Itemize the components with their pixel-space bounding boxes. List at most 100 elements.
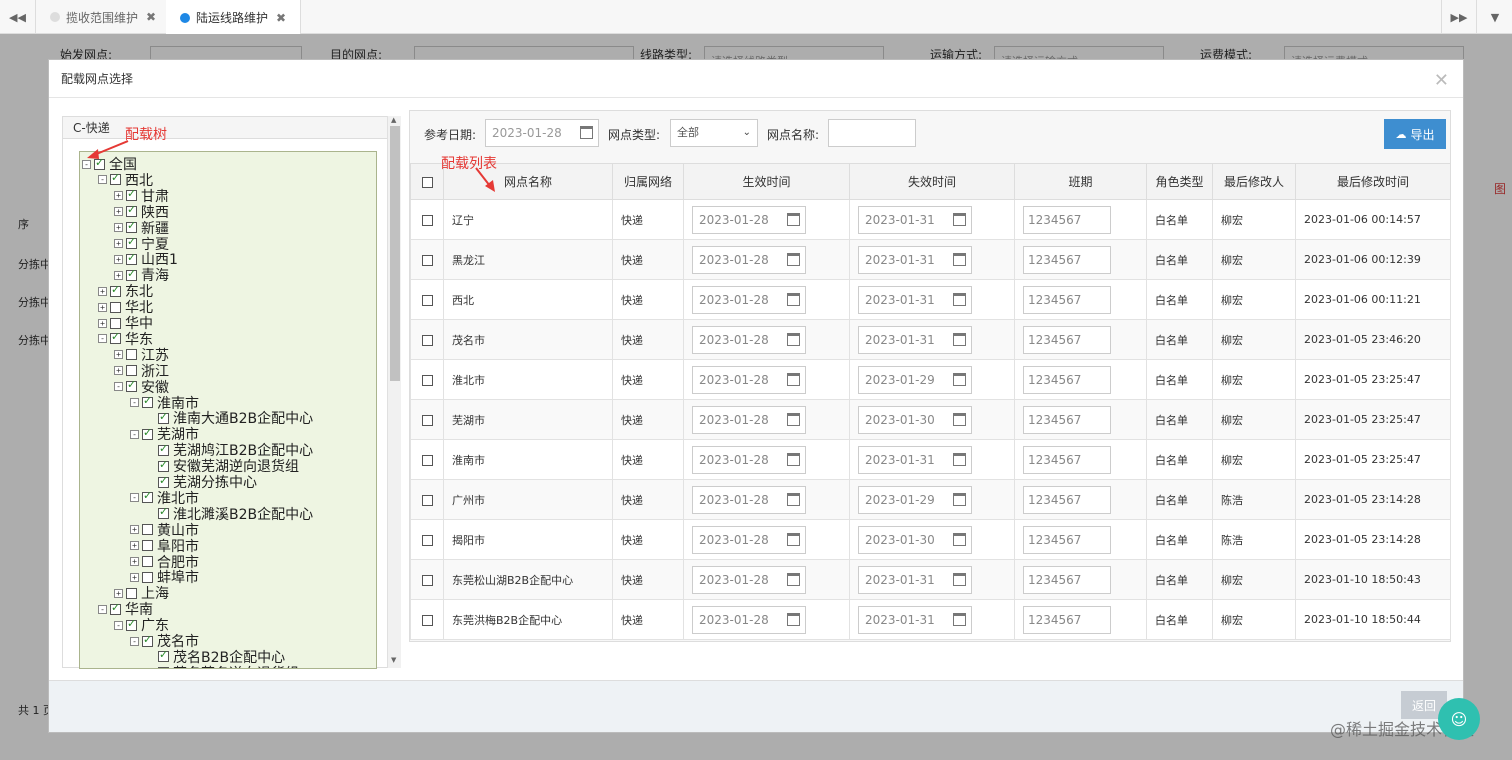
table-row[interactable]: 揭阳市 快递 2023-01-28 2023-01-30 1234567 白名单 陈浩 202… [410, 519, 1451, 560]
calendar-icon[interactable] [787, 332, 800, 346]
expand-icon[interactable]: + [114, 270, 123, 280]
end-date-input[interactable]: 2023-01-31 [858, 325, 972, 354]
tab-menu-icon[interactable]: ▼ [1477, 0, 1512, 34]
schedule-input[interactable]: 1234567 [1023, 405, 1111, 434]
close-icon[interactable]: ✕ [1434, 70, 1449, 91]
expand-icon[interactable]: + [98, 318, 107, 328]
collapse-icon[interactable]: - [98, 175, 107, 185]
tree-checkbox[interactable] [158, 442, 169, 456]
collapse-icon[interactable]: - [114, 620, 123, 630]
table-row[interactable]: 淮南市 快递 2023-01-28 2023-01-31 1234567 白名单 柳宏 202… [410, 439, 1451, 480]
schedule-input[interactable]: 1234567 [1023, 285, 1111, 314]
schedule-input[interactable]: 1234567 [1023, 365, 1111, 394]
calendar-icon[interactable] [953, 372, 966, 386]
select-all-cell[interactable] [410, 163, 444, 200]
schedule-input[interactable]: 1234567 [1023, 445, 1111, 474]
tree-checkbox[interactable] [110, 601, 121, 615]
schedule-input[interactable]: 1234567 [1023, 605, 1111, 634]
close-icon[interactable]: ✖ [276, 11, 286, 25]
tree-checkbox[interactable] [110, 283, 121, 297]
row-checkbox[interactable] [421, 454, 433, 466]
tab-land-route[interactable]: 陆运线路维护 ✖ [166, 0, 302, 35]
row-select-cell[interactable] [410, 199, 444, 240]
calendar-icon[interactable] [953, 612, 966, 626]
scroll-up-icon[interactable]: ▲ [391, 116, 396, 124]
collapse-icon[interactable]: - [130, 636, 139, 646]
table-row[interactable]: 茂名市 快递 2023-01-28 2023-01-31 1234567 白名单 柳宏 202… [410, 319, 1451, 360]
start-date-input[interactable]: 2023-01-28 [692, 325, 806, 354]
table-row[interactable]: 淮北市 快递 2023-01-28 2023-01-29 1234567 白名单 柳宏 202… [410, 359, 1451, 400]
collapse-icon[interactable]: - [130, 493, 139, 503]
tree-node[interactable]: 茂名茂名逆向退货组 [146, 665, 299, 668]
row-select-cell[interactable] [410, 439, 444, 480]
end-date-input[interactable]: 2023-01-29 [858, 365, 972, 394]
tree-scrollbar[interactable]: ▲ ▼ [387, 116, 401, 668]
row-select-cell[interactable] [410, 399, 444, 440]
expand-icon[interactable]: + [114, 254, 123, 264]
tab-scroll-right-icon[interactable]: ▶▶ [1441, 0, 1477, 34]
start-date-input[interactable]: 2023-01-28 [692, 565, 806, 594]
end-date-input[interactable]: 2023-01-31 [858, 285, 972, 314]
start-date-input[interactable]: 2023-01-28 [692, 245, 806, 274]
end-date-input[interactable]: 2023-01-30 [858, 405, 972, 434]
expand-icon[interactable]: + [98, 286, 107, 296]
tree-checkbox[interactable] [158, 648, 169, 663]
outlet-name-input[interactable] [828, 119, 916, 147]
tree-checkbox[interactable] [142, 556, 153, 567]
calendar-icon[interactable] [953, 212, 966, 226]
end-date-input[interactable]: 2023-01-30 [858, 525, 972, 554]
table-row[interactable]: 东莞松山湖B2B企配中心 快递 2023-01-28 2023-01-31 123456… [410, 559, 1451, 600]
collapse-icon[interactable]: - [98, 334, 107, 344]
tree-checkbox[interactable] [126, 187, 137, 202]
calendar-icon[interactable] [953, 332, 966, 346]
tree-checkbox[interactable] [110, 171, 121, 186]
row-checkbox[interactable] [421, 334, 433, 346]
tree-checkbox[interactable] [126, 349, 137, 361]
schedule-input[interactable]: 1234567 [1023, 245, 1111, 274]
calendar-icon[interactable] [953, 532, 966, 546]
schedule-input[interactable]: 1234567 [1023, 325, 1111, 354]
tree-checkbox[interactable] [126, 219, 137, 234]
collapse-icon[interactable]: - [130, 429, 139, 439]
row-checkbox[interactable] [421, 574, 433, 586]
start-date-input[interactable]: 2023-01-28 [692, 205, 806, 234]
end-date-input[interactable]: 2023-01-31 [858, 245, 972, 274]
export-button[interactable]: ☁ 导出 [1384, 119, 1446, 149]
start-date-input[interactable]: 2023-01-28 [692, 525, 806, 554]
tree-checkbox[interactable] [126, 587, 137, 599]
collapse-icon[interactable]: - [98, 604, 107, 614]
row-checkbox[interactable] [421, 414, 433, 426]
tree-checkbox[interactable] [110, 301, 121, 313]
expand-icon[interactable]: + [98, 302, 107, 312]
tree-checkbox[interactable] [126, 378, 137, 393]
table-row[interactable]: 东莞洪梅B2B企配中心 快递 2023-01-28 2023-01-31 1234567… [410, 599, 1451, 640]
expand-icon[interactable]: + [130, 572, 139, 582]
schedule-input[interactable]: 1234567 [1023, 525, 1111, 554]
tree-checkbox[interactable] [158, 458, 169, 472]
reference-date-input[interactable]: 2023-01-28 [485, 119, 599, 147]
tree-checkbox[interactable] [142, 540, 153, 552]
tree-checkbox[interactable] [126, 365, 137, 377]
end-date-input[interactable]: 2023-01-31 [858, 445, 972, 474]
schedule-input[interactable]: 1234567 [1023, 565, 1111, 594]
collapse-icon[interactable]: - [130, 398, 139, 407]
row-checkbox[interactable] [421, 294, 433, 306]
start-date-input[interactable]: 2023-01-28 [692, 445, 806, 474]
expand-icon[interactable]: + [130, 525, 139, 535]
calendar-icon[interactable] [787, 492, 800, 506]
calendar-icon[interactable] [787, 572, 800, 586]
row-select-cell[interactable] [410, 319, 444, 360]
collapse-icon[interactable]: - [114, 382, 123, 392]
calendar-icon[interactable] [953, 412, 966, 426]
calendar-icon[interactable] [580, 126, 593, 139]
end-date-input[interactable]: 2023-01-31 [858, 205, 972, 234]
tree-checkbox[interactable] [158, 505, 169, 520]
expand-icon[interactable]: + [114, 588, 123, 598]
end-date-input[interactable]: 2023-01-31 [858, 565, 972, 594]
calendar-icon[interactable] [787, 292, 800, 306]
calendar-icon[interactable] [787, 212, 800, 226]
tree-checkbox[interactable] [142, 524, 153, 536]
calendar-icon[interactable] [953, 492, 966, 506]
calendar-icon[interactable] [953, 292, 966, 306]
table-row[interactable]: 黑龙江 快递 2023-01-28 2023-01-31 1234567 白名单 柳宏 202… [410, 239, 1451, 280]
